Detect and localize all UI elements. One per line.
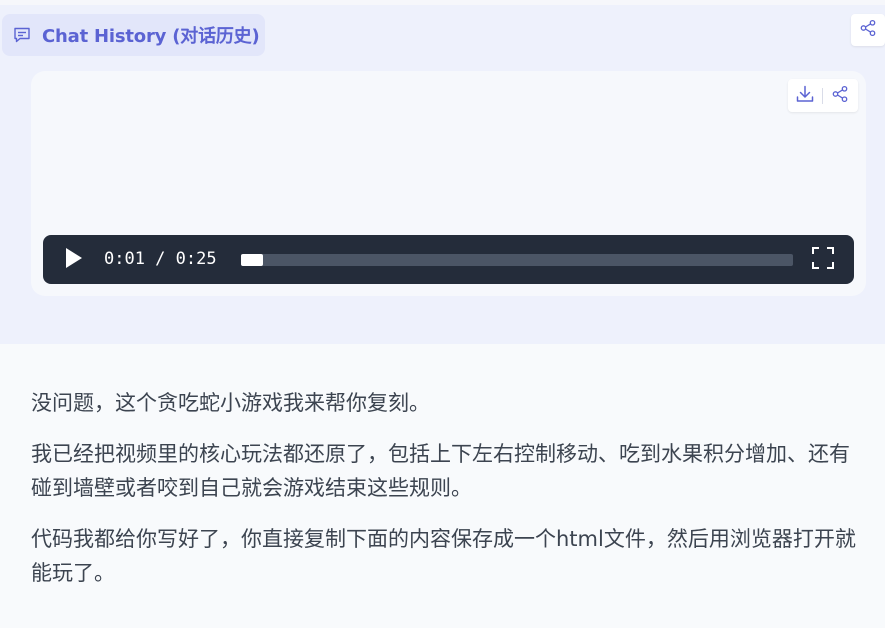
message-paragraph: 没问题，这个贪吃蛇小游戏我来帮你复刻。	[31, 391, 430, 415]
download-button[interactable]	[788, 79, 822, 112]
chat-history-label: Chat History (对话历史)	[42, 26, 260, 47]
chat-bubble-icon	[12, 25, 32, 45]
message-paragraph: 代码我都给你写好了，你直接复制下面的内容保存成一个html文件，然后用浏览器打开…	[31, 527, 856, 585]
progress-bar[interactable]	[241, 254, 793, 266]
video-card: 0:01 / 0:25	[31, 71, 866, 296]
download-icon	[795, 84, 815, 108]
time-display: 0:01 / 0:25	[104, 249, 217, 269]
play-button[interactable]	[63, 248, 85, 272]
play-icon	[65, 247, 83, 273]
fullscreen-icon	[812, 247, 834, 273]
chat-history-button[interactable]: Chat History (对话历史)	[2, 14, 265, 56]
fullscreen-button[interactable]	[811, 247, 835, 273]
video-toolbar	[788, 79, 858, 112]
progress-fill	[241, 254, 264, 266]
media-panel: Chat History (对话历史) 0:01 / 0:25	[0, 0, 885, 344]
top-strip	[0, 0, 885, 5]
video-share-button[interactable]	[823, 79, 857, 112]
share-button[interactable]	[851, 14, 885, 46]
message-paragraph: 我已经把视频里的核心玩法都还原了，包括上下左右控制移动、吃到水果积分增加、还有碰…	[31, 442, 850, 500]
video-player-controls: 0:01 / 0:25	[43, 235, 854, 284]
share-icon	[859, 19, 877, 41]
assistant-message: 没问题，这个贪吃蛇小游戏我来帮你复刻。 我已经把视频里的核心玩法都还原了，包括上…	[31, 386, 861, 607]
share-icon	[831, 85, 849, 107]
